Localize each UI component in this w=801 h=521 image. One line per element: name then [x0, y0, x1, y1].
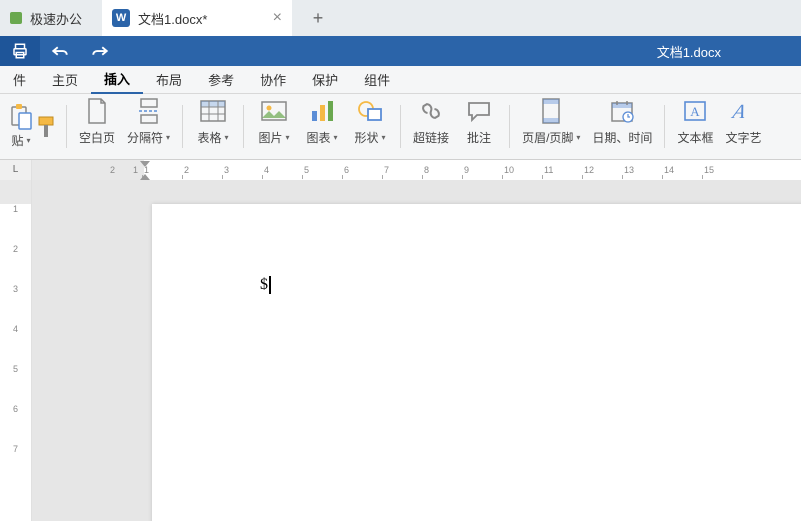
printer-icon — [11, 42, 29, 60]
comment-label: 批注 — [467, 129, 491, 146]
ruler-area: L 2 1 1 2 3 4 5 6 7 8 9 10 11 12 13 14 1… — [0, 160, 801, 180]
hyperlink-label: 超链接 — [413, 129, 449, 146]
header-footer-label: 页眉/页脚▾ — [522, 129, 580, 146]
shapes-label: 形状▾ — [355, 129, 386, 146]
table-icon — [199, 97, 227, 125]
word-art-label: 文字艺 — [725, 129, 761, 146]
page-break-button[interactable]: 分隔符▾ — [127, 97, 170, 146]
document-tab-label: 文档1.docx* — [138, 9, 207, 28]
paste-label: 贴▾ — [11, 132, 30, 149]
menu-layout[interactable]: 布局 — [143, 66, 195, 94]
page[interactable]: $ — [152, 204, 801, 521]
app-tab-label: 极速办公 — [30, 9, 82, 28]
menu-collaborate[interactable]: 协作 — [247, 66, 299, 94]
blank-page-label: 空白页 — [79, 129, 115, 146]
redo-button[interactable] — [80, 36, 120, 66]
print-button[interactable] — [0, 36, 40, 66]
document-content[interactable]: $ — [260, 276, 271, 294]
shapes-button[interactable]: 形状▾ — [352, 97, 388, 146]
picture-button[interactable]: 图片▾ — [256, 97, 292, 146]
comment-icon — [465, 97, 493, 125]
paste-icon — [10, 104, 32, 130]
document-tab[interactable]: W 文档1.docx* × — [102, 0, 292, 36]
header-footer-button[interactable]: 页眉/页脚▾ — [522, 97, 580, 146]
links-group: 超链接 批注 — [401, 97, 509, 156]
chart-icon — [308, 97, 336, 125]
text-box-icon: A — [681, 97, 709, 125]
ruler-corner[interactable]: L — [0, 160, 32, 180]
word-art-icon: A — [729, 97, 757, 125]
svg-text:A: A — [730, 101, 748, 123]
page-break-label: 分隔符▾ — [127, 129, 170, 146]
menu-home[interactable]: 主页 — [39, 66, 91, 94]
paste-button[interactable]: 贴▾ — [10, 104, 32, 149]
clipboard-group: 贴▾ — [0, 97, 66, 156]
menu-file[interactable]: 件 — [0, 66, 39, 94]
app-icon — [8, 10, 24, 26]
horizontal-ruler[interactable]: 2 1 1 2 3 4 5 6 7 8 9 10 11 12 13 14 15 — [32, 160, 801, 180]
window-tabs-bar: 极速办公 W 文档1.docx* × + — [0, 0, 801, 36]
hanging-indent-marker[interactable] — [140, 174, 150, 180]
date-time-button[interactable]: 日期、时间 — [592, 97, 652, 146]
workspace: 1 2 3 4 5 6 7 $ — [0, 180, 801, 521]
table-label: 表格▾ — [198, 129, 229, 146]
page-break-icon — [135, 97, 163, 125]
table-group: 表格▾ — [183, 97, 243, 156]
new-tab-button[interactable]: + — [300, 0, 336, 36]
plus-icon: + — [313, 8, 324, 29]
comment-button[interactable]: 批注 — [461, 97, 497, 146]
table-button[interactable]: 表格▾ — [195, 97, 231, 146]
menu-insert[interactable]: 插入 — [91, 66, 143, 94]
ribbon-insert: 贴▾ 空白页 分隔符▾ 表格▾ 图片▾ 图表▾ 形状▾ — [0, 94, 801, 160]
document-canvas[interactable]: $ — [32, 180, 801, 521]
word-doc-icon: W — [112, 9, 130, 27]
header-footer-icon — [537, 97, 565, 125]
svg-text:A: A — [691, 104, 701, 119]
text-cursor-icon — [269, 276, 271, 294]
title-bar: 文档1.docx — [0, 36, 801, 66]
word-art-button[interactable]: A 文字艺 — [725, 97, 761, 146]
picture-label: 图片▾ — [259, 129, 290, 146]
document-title: 文档1.docx — [657, 42, 721, 61]
blank-page-icon — [83, 97, 111, 125]
menu-protect[interactable]: 保护 — [299, 66, 351, 94]
app-tab[interactable]: 极速办公 — [0, 0, 102, 36]
hyperlink-icon — [417, 97, 445, 125]
menu-bar: 件 主页 插入 布局 参考 协作 保护 组件 — [0, 66, 801, 94]
calendar-icon — [608, 97, 636, 125]
pages-group: 空白页 分隔符▾ — [67, 97, 182, 156]
redo-icon — [91, 44, 109, 58]
menu-reference[interactable]: 参考 — [195, 66, 247, 94]
vertical-ruler[interactable]: 1 2 3 4 5 6 7 — [0, 180, 32, 521]
quick-access-toolbar — [0, 36, 120, 66]
close-tab-button[interactable]: × — [273, 10, 282, 26]
hyperlink-button[interactable]: 超链接 — [413, 97, 449, 146]
first-line-indent-marker[interactable] — [140, 161, 150, 167]
date-time-label: 日期、时间 — [592, 129, 652, 146]
header-footer-group: 页眉/页脚▾ 日期、时间 — [510, 97, 664, 156]
chart-button[interactable]: 图表▾ — [304, 97, 340, 146]
chart-label: 图表▾ — [307, 129, 338, 146]
blank-page-button[interactable]: 空白页 — [79, 97, 115, 146]
text-group: A 文本框 A 文字艺 — [665, 97, 773, 156]
illustrations-group: 图片▾ 图表▾ 形状▾ — [244, 97, 400, 156]
picture-icon — [260, 97, 288, 125]
menu-components[interactable]: 组件 — [351, 66, 403, 94]
undo-button[interactable] — [40, 36, 80, 66]
text-box-button[interactable]: A 文本框 — [677, 97, 713, 146]
format-painter-icon[interactable] — [36, 115, 56, 139]
text-box-label: 文本框 — [677, 129, 713, 146]
shapes-icon — [356, 97, 384, 125]
undo-icon — [51, 44, 69, 58]
